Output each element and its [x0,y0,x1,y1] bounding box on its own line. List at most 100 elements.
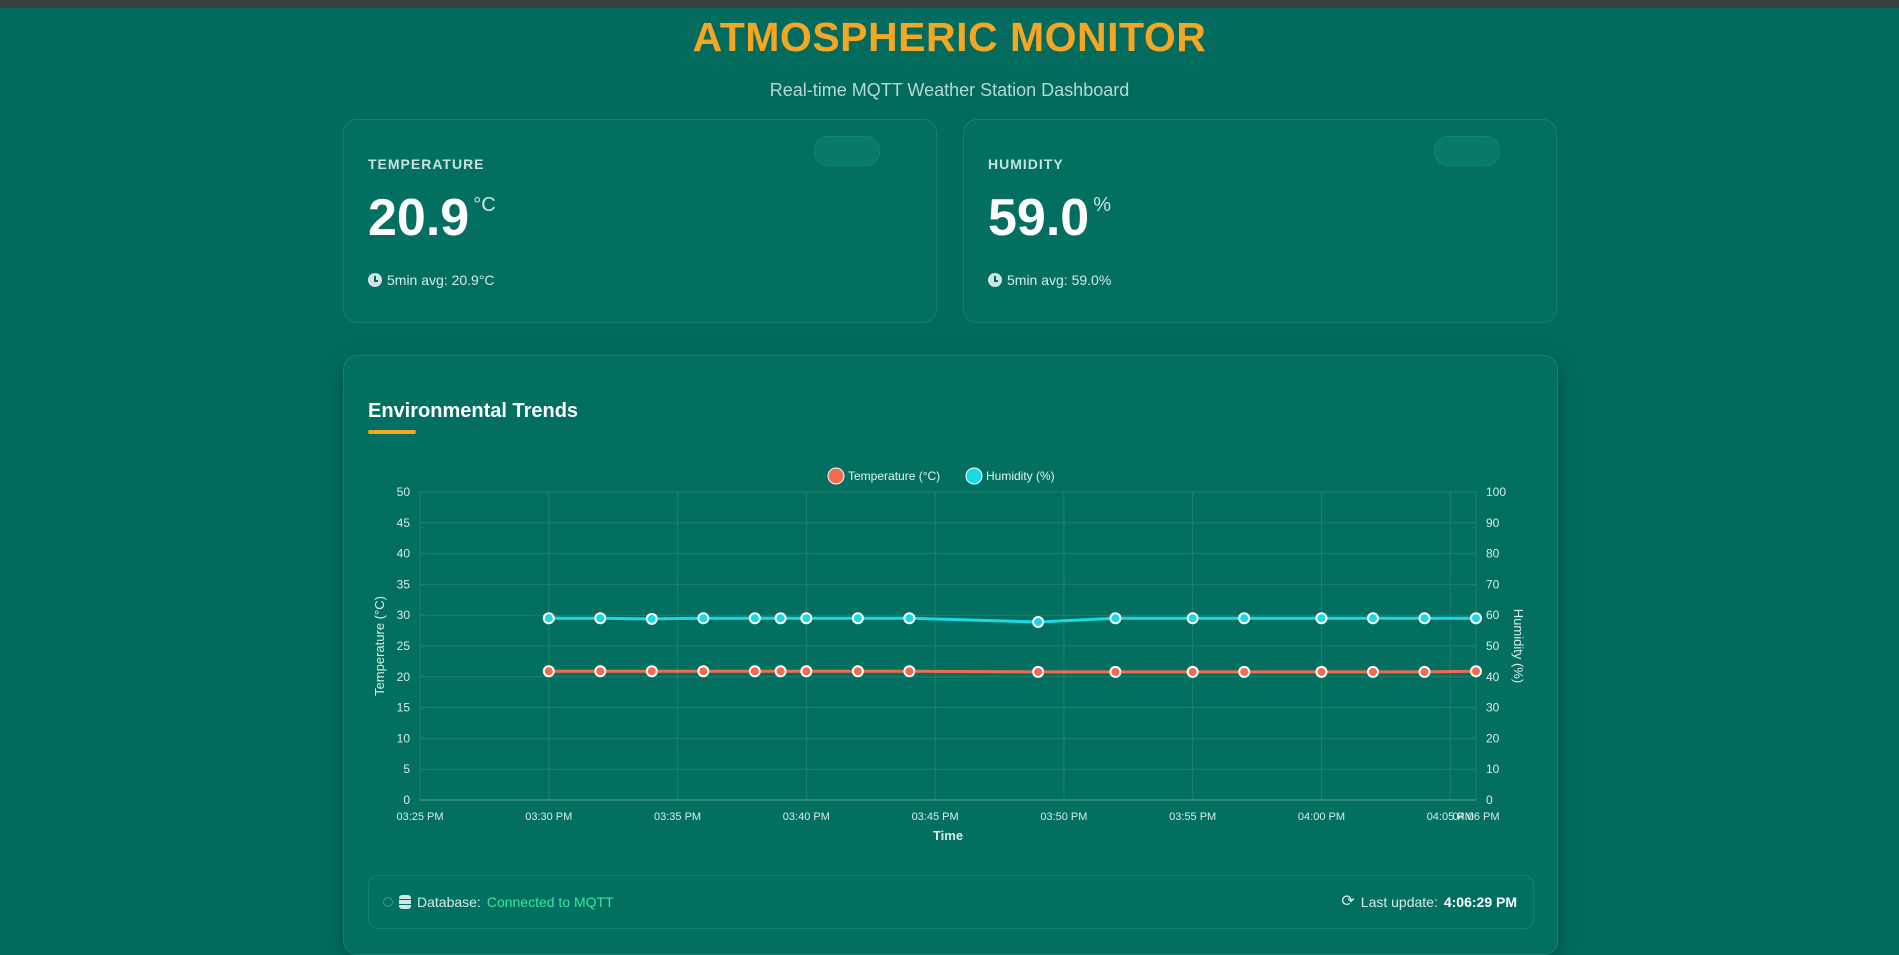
temperature-card-badge [814,136,880,166]
y2-tick-label: 80 [1486,547,1500,561]
data-point [1109,612,1122,625]
data-point [1366,612,1379,625]
legend-label: Temperature (°C) [848,469,940,483]
y-tick-label: 35 [397,577,411,591]
x-tick-label: 03:40 PM [783,811,830,823]
y-tick-label: 40 [397,547,411,561]
refresh-icon[interactable]: ⟳ [1341,894,1354,910]
legend-swatch [827,467,845,485]
temperature-avg: 5min avg: 20.9°C [368,272,495,288]
y2-tick-label: 10 [1486,762,1500,776]
last-update-label: Last update: [1360,894,1438,910]
legend-swatch [965,467,983,485]
data-point [542,612,555,625]
temperature-card: TEMPERATURE 20.9 °C 5min avg: 20.9°C [343,119,937,323]
y2-tick-label: 40 [1486,670,1500,684]
data-point [851,612,864,625]
legend-label: Humidity (%) [986,469,1055,483]
y-tick-label: 10 [397,731,411,745]
data-point [851,665,864,678]
data-point [1238,665,1251,678]
status-bar: Database: Connected to MQTT ⟳ Last updat… [368,875,1534,929]
y2-tick-label: 70 [1486,577,1500,591]
y-tick-label: 25 [397,639,411,653]
data-point [1186,612,1199,625]
data-point [697,612,710,625]
data-point [542,665,555,678]
data-point [1315,612,1328,625]
clock-icon [988,273,1002,287]
data-point [594,612,607,625]
data-point [748,612,761,625]
x-tick-label: 04:06 PM [1452,811,1499,823]
series-line [548,616,1476,624]
humidity-unit: % [1093,194,1112,216]
data-point [1186,665,1199,678]
x-axis-title: Time [933,828,963,843]
database-value: Connected to MQTT [486,894,614,910]
data-point [903,612,916,625]
data-point [594,665,607,678]
y2-tick-label: 90 [1486,516,1500,530]
last-update: ⟳ Last update: 4:06:29 PM [1341,894,1517,911]
data-point [800,612,813,625]
temperature-label: TEMPERATURE [368,156,485,172]
data-point [1315,665,1328,678]
humidity-number: 59.0 [988,189,1090,247]
data-point [1418,665,1431,678]
humidity-card: HUMIDITY 59.0% 5min avg: 59.0% [963,119,1557,323]
y2-tick-label: 30 [1486,701,1500,715]
database-label: Database: [417,894,481,910]
x-tick-label: 03:55 PM [1169,811,1216,823]
x-tick-label: 04:00 PM [1298,811,1345,823]
x-tick-label: 03:35 PM [654,811,701,823]
series-line [548,669,1477,674]
database-status: Database: Connected to MQTT [383,894,614,910]
temperature-avg-text: 5min avg: 20.9°C [387,272,495,288]
data-point [1032,665,1045,678]
page-subtitle: Real-time MQTT Weather Station Dashboard [769,80,1130,100]
y-tick-label: 15 [397,701,411,715]
x-tick-label: 03:25 PM [396,811,443,823]
data-point [748,665,761,678]
top-bar [0,0,1899,8]
data-point [1470,665,1482,678]
data-point [1366,665,1379,678]
data-point [645,612,658,625]
data-point [1418,612,1431,625]
x-tick-label: 03:30 PM [525,811,572,823]
environment-chart[interactable]: 0 5 10 15 20 25 30 35 40 45 50 0 10 20 30 40 50 60 70 80 90 1… [344,356,1559,866]
data-point [1109,665,1122,678]
y2-tick-label: 60 [1486,608,1500,622]
data-point [774,612,787,625]
y2-tick-label: 20 [1486,731,1500,745]
trends-panel: Environmental Trends 0 5 10 15 20 25 30 35 40 45 5… [343,355,1558,955]
y-tick-label: 30 [397,608,411,622]
data-point [1470,612,1482,625]
data-point [645,665,658,678]
status-dot-icon [383,897,393,907]
temperature-unit: °C [473,194,496,216]
temperature-number: 20.9 [368,189,470,247]
humidity-avg-text: 5min avg: 59.0% [1007,272,1112,288]
temperature-value: 20.9 °C [368,188,496,248]
y-tick-label: 45 [397,516,411,530]
humidity-card-badge [1434,136,1500,166]
x-tick-label: 03:45 PM [912,811,959,823]
database-icon [399,895,411,909]
data-point [774,665,787,678]
humidity-value: 59.0% [988,188,1111,248]
y-axis-title: Temperature (°C) [372,596,387,696]
y2-tick-label: 0 [1486,793,1493,807]
x-tick-label: 03:50 PM [1040,811,1087,823]
page-title: ATMOSPHERIC MONITOR [692,14,1207,60]
y2-tick-label: 50 [1486,639,1500,653]
humidity-avg: 5min avg: 59.0% [988,272,1111,288]
y2-axis-title: Humidity (%) [1511,609,1526,683]
clock-icon [368,273,382,287]
data-point [1032,615,1045,628]
last-update-value: 4:06:29 PM [1443,894,1517,910]
data-point [800,665,813,678]
y-tick-label: 0 [403,793,410,807]
y-tick-label: 50 [397,485,411,499]
